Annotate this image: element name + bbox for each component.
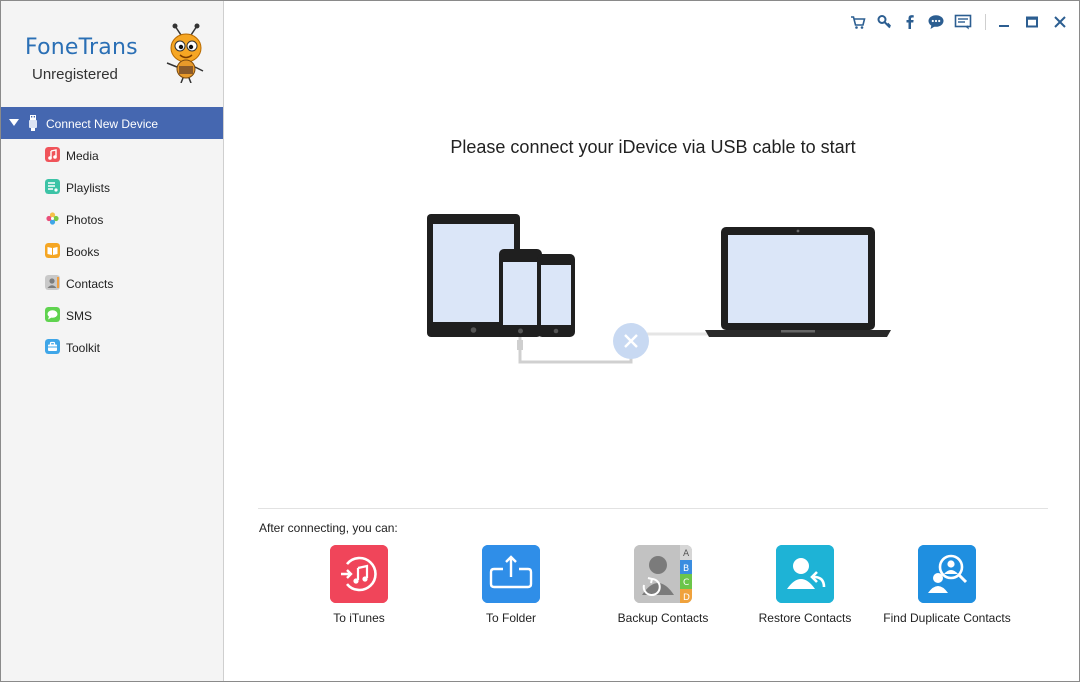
chat-icon [928,15,944,29]
facebook-icon [906,15,914,29]
action-label: To iTunes [333,611,385,625]
to-itunes-button[interactable]: To iTunes [294,545,424,625]
playlists-icon [45,179,60,194]
to-folder-button[interactable]: To Folder [446,545,576,625]
sidebar-item-label: Media [66,149,99,163]
close-button[interactable] [1051,13,1069,31]
to-itunes-tile[interactable] [330,545,388,603]
bee-mascot-icon [166,23,204,83]
close-icon [1054,16,1066,28]
find-duplicate-contacts-button[interactable]: Find Duplicate Contacts [882,545,1012,625]
svg-text:A: A [683,549,690,559]
app-window: FoneTrans Unregistered Connect New Devic… [0,0,1080,682]
connect-new-device-row[interactable]: Connect New Device [1,107,223,139]
sidebar-item-contacts[interactable]: Contacts [1,267,223,299]
sms-icon [45,307,60,322]
books-icon [45,243,60,258]
expand-caret-icon[interactable] [9,119,19,126]
to-folder-tile[interactable] [482,545,540,603]
sidebar-item-playlists[interactable]: Playlists [1,171,223,203]
sidebar-item-photos[interactable]: Photos [1,203,223,235]
sidebar-item-media[interactable]: Media [1,139,223,171]
feedback-icon [954,14,972,30]
sidebar-item-label: Books [66,245,100,259]
sidebar-item-sms[interactable]: SMS [1,299,223,331]
sidebar-item-toolkit[interactable]: Toolkit [1,331,223,363]
toolkit-icon [45,339,60,354]
app-title: FoneTrans [25,35,138,60]
titlebar-separator [985,14,986,30]
find-duplicate-contacts-tile[interactable] [918,545,976,603]
connect-instruction: Please connect your iDevice via USB cabl… [450,137,856,157]
cart-button[interactable] [849,13,867,31]
find-duplicate-contacts-icon [918,545,976,603]
restore-contacts-icon [776,545,834,603]
media-icon [45,147,60,162]
folder-export-icon [482,545,540,603]
device-connection-illustration [427,214,891,364]
feedback-button[interactable] [954,13,972,31]
iphone-illustration [499,249,542,337]
after-connecting-label: After connecting, you can: [259,521,398,535]
svg-text:C: C [683,578,689,588]
facebook-button[interactable] [901,13,919,31]
usb-icon [29,115,37,131]
maximize-button[interactable] [1023,13,1041,31]
action-label: Find Duplicate Contacts [883,611,1011,625]
restore-contacts-button[interactable]: Restore Contacts [740,545,870,625]
action-label: To Folder [485,611,537,625]
connect-new-device-label: Connect New Device [46,117,159,131]
chat-button[interactable] [927,13,945,31]
register-key-button[interactable] [875,13,893,31]
sidebar-item-label: Playlists [66,181,111,195]
sidebar-item-label: Photos [66,213,104,227]
restore-contacts-tile[interactable] [776,545,834,603]
registration-status[interactable]: Unregistered [32,66,118,83]
svg-text:B: B [683,564,689,574]
maximize-icon [1026,16,1038,28]
sidebar-item-books[interactable]: Books [1,235,223,267]
photos-icon [46,212,59,225]
action-label: Backup Contacts [617,611,709,625]
sidebar-item-label: Toolkit [66,341,101,355]
sidebar-item-label: Contacts [66,277,114,291]
backup-contacts-tile[interactable]: A B C D [634,545,692,603]
sidebar: FoneTrans Unregistered Connect New Devic… [1,1,224,681]
minimize-button[interactable] [995,13,1013,31]
backup-contacts-icon: A B C D [634,545,692,603]
sidebar-item-label: SMS [66,309,93,323]
backup-contacts-button[interactable]: A B C D Backup Contacts [598,545,728,625]
minimize-icon [999,25,1009,27]
key-icon [877,15,892,29]
action-label: Restore Contacts [758,611,852,625]
contacts-icon [45,275,60,290]
cart-icon [851,16,866,29]
brand-area: FoneTrans Unregistered [1,1,224,105]
section-divider [258,508,1048,509]
svg-text:D: D [683,593,690,603]
iphone-small-illustration [537,254,575,337]
itunes-transfer-icon [330,545,388,603]
laptop-illustration [705,227,891,337]
